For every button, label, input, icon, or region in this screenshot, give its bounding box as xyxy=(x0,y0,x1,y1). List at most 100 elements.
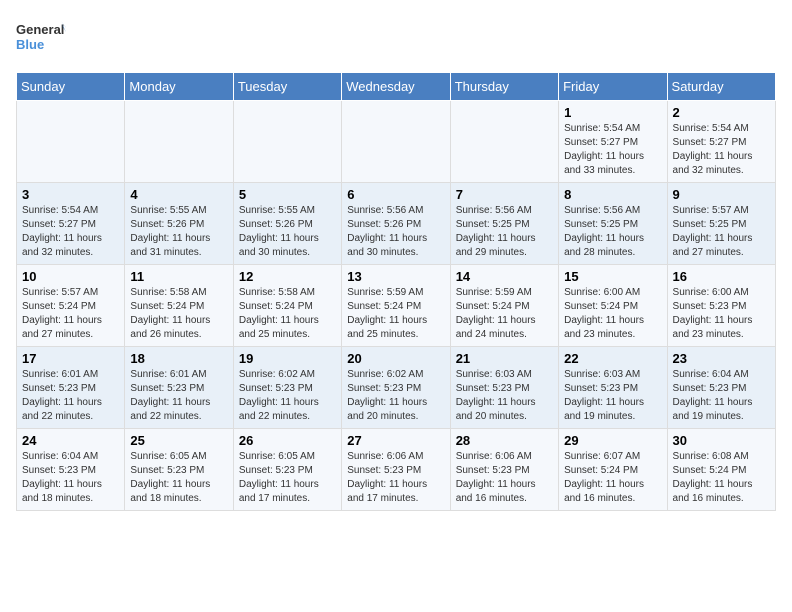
day-detail: Sunrise: 5:59 AM Sunset: 5:24 PM Dayligh… xyxy=(347,286,444,342)
day-detail: Sunrise: 6:02 AM Sunset: 5:23 PM Dayligh… xyxy=(347,368,444,424)
day-cell-12: 12 Sunrise: 5:58 AM Sunset: 5:24 PM Dayl… xyxy=(233,265,341,347)
day-cell-8: 8 Sunrise: 5:56 AM Sunset: 5:25 PM Dayli… xyxy=(559,183,667,265)
day-cell-15: 15 Sunrise: 6:00 AM Sunset: 5:24 PM Dayl… xyxy=(559,265,667,347)
day-number: 14 xyxy=(456,269,553,284)
day-cell-28: 28 Sunrise: 6:06 AM Sunset: 5:23 PM Dayl… xyxy=(450,429,558,511)
day-number: 3 xyxy=(22,187,119,202)
day-number: 24 xyxy=(22,433,119,448)
day-cell-25: 25 Sunrise: 6:05 AM Sunset: 5:23 PM Dayl… xyxy=(125,429,233,511)
day-number: 4 xyxy=(130,187,227,202)
day-number: 17 xyxy=(22,351,119,366)
day-number: 30 xyxy=(673,433,770,448)
day-detail: Sunrise: 6:02 AM Sunset: 5:23 PM Dayligh… xyxy=(239,368,336,424)
day-detail: Sunrise: 5:56 AM Sunset: 5:25 PM Dayligh… xyxy=(456,204,553,260)
logo-svg: General Blue xyxy=(16,16,66,60)
day-cell-5: 5 Sunrise: 5:55 AM Sunset: 5:26 PM Dayli… xyxy=(233,183,341,265)
day-cell-empty-4 xyxy=(450,101,558,183)
day-number: 2 xyxy=(673,105,770,120)
day-cell-14: 14 Sunrise: 5:59 AM Sunset: 5:24 PM Dayl… xyxy=(450,265,558,347)
day-number: 28 xyxy=(456,433,553,448)
day-cell-empty-0 xyxy=(17,101,125,183)
day-cell-18: 18 Sunrise: 6:01 AM Sunset: 5:23 PM Dayl… xyxy=(125,347,233,429)
day-cell-empty-2 xyxy=(233,101,341,183)
day-cell-16: 16 Sunrise: 6:00 AM Sunset: 5:23 PM Dayl… xyxy=(667,265,775,347)
day-detail: Sunrise: 6:01 AM Sunset: 5:23 PM Dayligh… xyxy=(22,368,119,424)
day-detail: Sunrise: 6:05 AM Sunset: 5:23 PM Dayligh… xyxy=(130,450,227,506)
day-number: 9 xyxy=(673,187,770,202)
day-number: 20 xyxy=(347,351,444,366)
day-detail: Sunrise: 5:55 AM Sunset: 5:26 PM Dayligh… xyxy=(239,204,336,260)
svg-text:Blue: Blue xyxy=(16,37,44,52)
day-detail: Sunrise: 6:07 AM Sunset: 5:24 PM Dayligh… xyxy=(564,450,661,506)
day-number: 15 xyxy=(564,269,661,284)
day-number: 25 xyxy=(130,433,227,448)
day-detail: Sunrise: 5:56 AM Sunset: 5:25 PM Dayligh… xyxy=(564,204,661,260)
day-number: 16 xyxy=(673,269,770,284)
day-number: 7 xyxy=(456,187,553,202)
week-row-2: 3 Sunrise: 5:54 AM Sunset: 5:27 PM Dayli… xyxy=(17,183,776,265)
day-detail: Sunrise: 6:03 AM Sunset: 5:23 PM Dayligh… xyxy=(564,368,661,424)
day-number: 23 xyxy=(673,351,770,366)
week-row-4: 17 Sunrise: 6:01 AM Sunset: 5:23 PM Dayl… xyxy=(17,347,776,429)
day-number: 22 xyxy=(564,351,661,366)
day-number: 26 xyxy=(239,433,336,448)
day-cell-11: 11 Sunrise: 5:58 AM Sunset: 5:24 PM Dayl… xyxy=(125,265,233,347)
weekday-header-row: SundayMondayTuesdayWednesdayThursdayFrid… xyxy=(17,73,776,101)
day-detail: Sunrise: 5:59 AM Sunset: 5:24 PM Dayligh… xyxy=(456,286,553,342)
calendar-table: SundayMondayTuesdayWednesdayThursdayFrid… xyxy=(16,72,776,511)
weekday-header-friday: Friday xyxy=(559,73,667,101)
day-cell-4: 4 Sunrise: 5:55 AM Sunset: 5:26 PM Dayli… xyxy=(125,183,233,265)
weekday-header-saturday: Saturday xyxy=(667,73,775,101)
week-row-5: 24 Sunrise: 6:04 AM Sunset: 5:23 PM Dayl… xyxy=(17,429,776,511)
day-detail: Sunrise: 6:06 AM Sunset: 5:23 PM Dayligh… xyxy=(456,450,553,506)
day-cell-21: 21 Sunrise: 6:03 AM Sunset: 5:23 PM Dayl… xyxy=(450,347,558,429)
day-cell-23: 23 Sunrise: 6:04 AM Sunset: 5:23 PM Dayl… xyxy=(667,347,775,429)
day-detail: Sunrise: 5:58 AM Sunset: 5:24 PM Dayligh… xyxy=(130,286,227,342)
weekday-header-monday: Monday xyxy=(125,73,233,101)
day-cell-30: 30 Sunrise: 6:08 AM Sunset: 5:24 PM Dayl… xyxy=(667,429,775,511)
day-cell-1: 1 Sunrise: 5:54 AM Sunset: 5:27 PM Dayli… xyxy=(559,101,667,183)
day-cell-27: 27 Sunrise: 6:06 AM Sunset: 5:23 PM Dayl… xyxy=(342,429,450,511)
day-number: 1 xyxy=(564,105,661,120)
weekday-header-tuesday: Tuesday xyxy=(233,73,341,101)
day-cell-10: 10 Sunrise: 5:57 AM Sunset: 5:24 PM Dayl… xyxy=(17,265,125,347)
day-cell-6: 6 Sunrise: 5:56 AM Sunset: 5:26 PM Dayli… xyxy=(342,183,450,265)
day-number: 29 xyxy=(564,433,661,448)
day-detail: Sunrise: 6:03 AM Sunset: 5:23 PM Dayligh… xyxy=(456,368,553,424)
weekday-header-sunday: Sunday xyxy=(17,73,125,101)
day-cell-empty-3 xyxy=(342,101,450,183)
day-number: 6 xyxy=(347,187,444,202)
day-detail: Sunrise: 5:57 AM Sunset: 5:24 PM Dayligh… xyxy=(22,286,119,342)
day-number: 18 xyxy=(130,351,227,366)
day-number: 27 xyxy=(347,433,444,448)
day-number: 10 xyxy=(22,269,119,284)
svg-text:General: General xyxy=(16,22,64,37)
day-cell-26: 26 Sunrise: 6:05 AM Sunset: 5:23 PM Dayl… xyxy=(233,429,341,511)
logo: General Blue xyxy=(16,16,66,60)
day-detail: Sunrise: 6:08 AM Sunset: 5:24 PM Dayligh… xyxy=(673,450,770,506)
day-detail: Sunrise: 6:04 AM Sunset: 5:23 PM Dayligh… xyxy=(673,368,770,424)
day-cell-19: 19 Sunrise: 6:02 AM Sunset: 5:23 PM Dayl… xyxy=(233,347,341,429)
week-row-1: 1 Sunrise: 5:54 AM Sunset: 5:27 PM Dayli… xyxy=(17,101,776,183)
day-cell-13: 13 Sunrise: 5:59 AM Sunset: 5:24 PM Dayl… xyxy=(342,265,450,347)
page-header: General Blue xyxy=(16,16,776,60)
day-number: 11 xyxy=(130,269,227,284)
day-cell-9: 9 Sunrise: 5:57 AM Sunset: 5:25 PM Dayli… xyxy=(667,183,775,265)
week-row-3: 10 Sunrise: 5:57 AM Sunset: 5:24 PM Dayl… xyxy=(17,265,776,347)
day-detail: Sunrise: 5:54 AM Sunset: 5:27 PM Dayligh… xyxy=(22,204,119,260)
day-number: 21 xyxy=(456,351,553,366)
day-number: 8 xyxy=(564,187,661,202)
day-cell-22: 22 Sunrise: 6:03 AM Sunset: 5:23 PM Dayl… xyxy=(559,347,667,429)
day-detail: Sunrise: 6:04 AM Sunset: 5:23 PM Dayligh… xyxy=(22,450,119,506)
day-detail: Sunrise: 5:54 AM Sunset: 5:27 PM Dayligh… xyxy=(673,122,770,178)
day-cell-empty-1 xyxy=(125,101,233,183)
day-detail: Sunrise: 5:54 AM Sunset: 5:27 PM Dayligh… xyxy=(564,122,661,178)
day-number: 5 xyxy=(239,187,336,202)
day-cell-29: 29 Sunrise: 6:07 AM Sunset: 5:24 PM Dayl… xyxy=(559,429,667,511)
day-detail: Sunrise: 5:57 AM Sunset: 5:25 PM Dayligh… xyxy=(673,204,770,260)
day-cell-2: 2 Sunrise: 5:54 AM Sunset: 5:27 PM Dayli… xyxy=(667,101,775,183)
day-cell-3: 3 Sunrise: 5:54 AM Sunset: 5:27 PM Dayli… xyxy=(17,183,125,265)
day-cell-24: 24 Sunrise: 6:04 AM Sunset: 5:23 PM Dayl… xyxy=(17,429,125,511)
day-detail: Sunrise: 5:58 AM Sunset: 5:24 PM Dayligh… xyxy=(239,286,336,342)
day-detail: Sunrise: 5:55 AM Sunset: 5:26 PM Dayligh… xyxy=(130,204,227,260)
